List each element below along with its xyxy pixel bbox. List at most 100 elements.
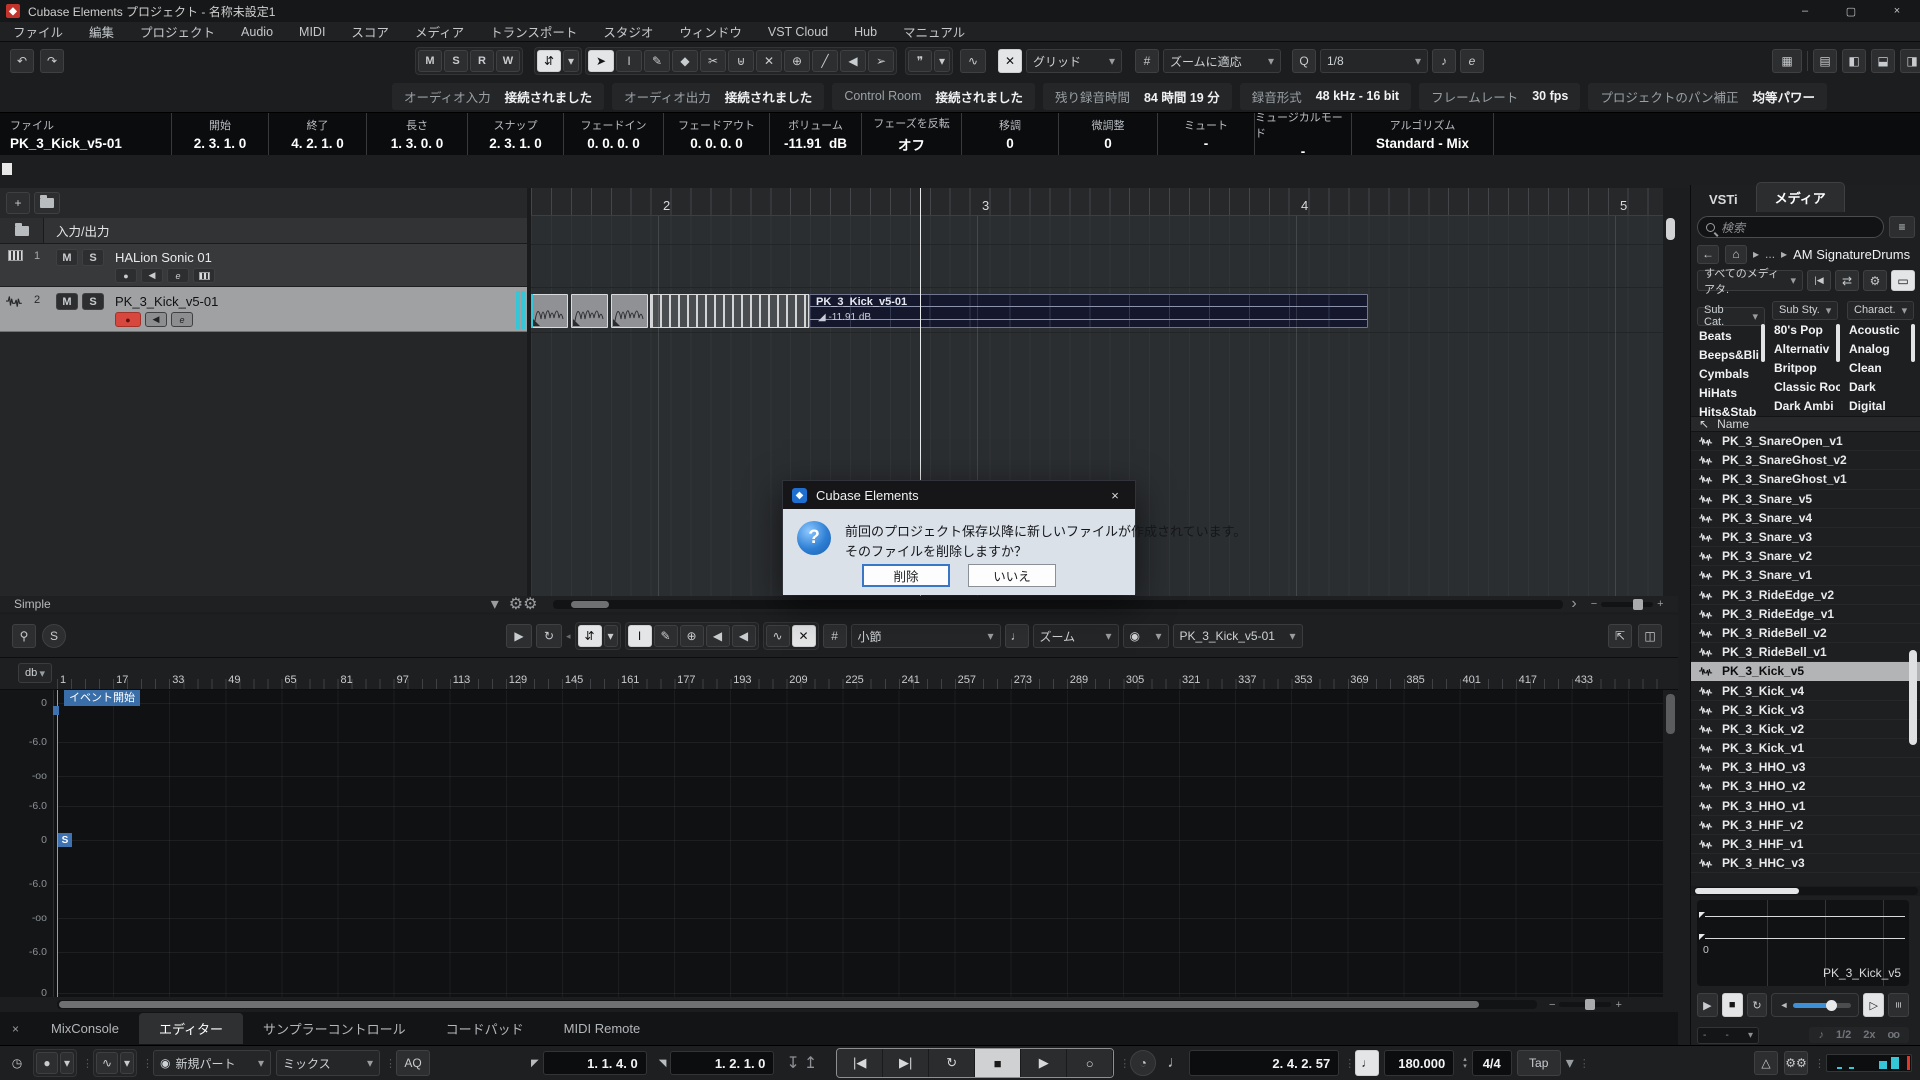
punch-out-icon[interactable] — [804, 1053, 817, 1073]
audition-loop-icon[interactable] — [536, 624, 562, 648]
info-field[interactable]: ボリューム-11.91dB — [770, 113, 862, 155]
menu-スコア[interactable]: スコア — [338, 22, 402, 41]
auto-monitor-icon[interactable] — [537, 50, 561, 72]
auto-play-button[interactable] — [1863, 993, 1884, 1017]
info-field[interactable]: 長さ1. 3. 0. 0 — [367, 113, 468, 155]
filter-item[interactable]: Alternativ — [1772, 339, 1840, 358]
editor-setup-icon[interactable] — [1638, 624, 1662, 648]
file-row[interactable]: PK_3_Kick_v2 — [1691, 720, 1920, 739]
sliced-audio-events[interactable] — [650, 294, 809, 328]
track2-solo-button[interactable]: S — [82, 293, 104, 310]
autoscroll-dropdown[interactable] — [604, 625, 618, 647]
record-mode-icon[interactable] — [36, 1052, 58, 1074]
status-segment[interactable]: 残り録音時間84 時間 19 分 — [1043, 83, 1232, 110]
write-automation-button[interactable]: W — [496, 50, 520, 72]
preview-volume[interactable] — [1771, 993, 1859, 1017]
menu-編集[interactable]: 編集 — [76, 22, 127, 41]
media-type-dropdown[interactable]: すべてのメディアタ. — [1697, 270, 1803, 291]
scroll-groove[interactable] — [57, 1000, 1537, 1009]
info-field[interactable]: ファイルPK_3_Kick_v5-01 — [0, 113, 172, 155]
snap-type-dropdown[interactable]: グリッド — [1026, 49, 1122, 73]
filter-item[interactable]: Beats — [1697, 326, 1765, 345]
track2-name[interactable]: PK_3_Kick_v5-01 — [115, 294, 218, 309]
close-lower-zone-icon[interactable] — [0, 1022, 31, 1036]
info-field[interactable]: 開始2. 3. 1. 0 — [172, 113, 269, 155]
use-track-preset-button[interactable] — [34, 192, 60, 214]
track1-solo-button[interactable]: S — [82, 249, 104, 266]
tab-media[interactable]: メディア — [1756, 182, 1845, 212]
editor-horizontal-scrollbar[interactable] — [0, 997, 1663, 1012]
quantize-panel-icon[interactable] — [1460, 49, 1484, 73]
pin-icon[interactable] — [12, 624, 36, 648]
file-row[interactable]: PK_3_Kick_v3 — [1691, 701, 1920, 720]
tap-tempo-button[interactable]: Tap — [1517, 1050, 1561, 1076]
file-row[interactable]: PK_3_Snare_v4 — [1691, 509, 1920, 528]
menu-VST Cloud[interactable]: VST Cloud — [755, 25, 841, 39]
status-segment[interactable]: Control Room接続されました — [832, 83, 1035, 110]
volume-slider[interactable] — [1793, 1003, 1851, 1008]
filter-item[interactable]: HiHats — [1697, 383, 1765, 402]
track2-monitor-icon[interactable] — [145, 312, 167, 327]
range-selection-tool[interactable] — [616, 50, 642, 72]
mute-tool[interactable] — [756, 50, 782, 72]
left-zone-toggle-icon[interactable] — [1813, 49, 1837, 73]
track1-record-enable-icon[interactable] — [115, 268, 137, 283]
zoom-tool[interactable] — [680, 625, 704, 647]
filter-header-dropdown[interactable]: Charact. — [1847, 301, 1914, 320]
menu-Audio[interactable]: Audio — [228, 25, 286, 39]
no-button[interactable]: いいえ — [968, 564, 1056, 587]
tab-コードパッド[interactable]: コードパッド — [426, 1013, 544, 1044]
editor-waveform-area[interactable]: 0-6.0-oo-6.00-6.0-oo-6.00 イベント開始 S — [0, 690, 1663, 997]
file-row[interactable]: PK_3_HHF_v1 — [1691, 835, 1920, 854]
results-header[interactable]: Name — [1691, 416, 1920, 432]
auto-monitor-dropdown[interactable] — [563, 50, 579, 72]
track1-mute-button[interactable]: M — [56, 249, 78, 266]
info-field[interactable]: フェーズを反転オフ — [862, 113, 962, 155]
status-segment[interactable]: プロジェクトのパン補正均等パワー — [1588, 83, 1827, 110]
file-row[interactable]: PK_3_RideEdge_v1 — [1691, 605, 1920, 624]
editor-ruler[interactable]: db 1173349658197113129145161177193209225… — [0, 658, 1678, 690]
mute-all-button[interactable]: M — [418, 50, 442, 72]
menu-ウィンドウ[interactable]: ウィンドウ — [666, 22, 755, 41]
file-row[interactable]: PK_3_Snare_v2 — [1691, 547, 1920, 566]
scrollbar-thumb[interactable] — [1666, 694, 1675, 734]
close-button[interactable] — [1874, 0, 1920, 22]
maximize-button[interactable] — [1828, 0, 1874, 22]
filter-list-icon[interactable] — [1889, 216, 1915, 238]
filter-item[interactable]: Classic Roc — [1772, 377, 1840, 396]
time-signature-field[interactable]: 4/4 — [1472, 1050, 1512, 1076]
half-speed-button[interactable]: 1/2 — [1836, 1029, 1851, 1041]
tempo-track-icon[interactable]: ♩ — [1355, 1050, 1379, 1076]
track-instrument[interactable]: 1 M S HALion Sonic 01 — [0, 244, 527, 287]
menu-メディア[interactable]: メディア — [402, 22, 477, 41]
tempo-dropdown-icon[interactable] — [1566, 1053, 1574, 1073]
dialog-title-bar[interactable]: ◆ Cubase Elements — [783, 481, 1135, 509]
edited-part-dropdown[interactable]: PK_3_Kick_v5-01 — [1173, 624, 1303, 648]
left-locator-field[interactable]: 1. 1. 4. 0 — [543, 1051, 647, 1075]
time-format-icon[interactable] — [1167, 1054, 1183, 1072]
project-vertical-scrollbar[interactable] — [1663, 188, 1678, 612]
draw-tool[interactable] — [654, 625, 678, 647]
preroll-icon[interactable]: ◔ — [1130, 1050, 1156, 1076]
solo-all-button[interactable]: S — [444, 50, 468, 72]
file-row[interactable]: PK_3_RideEdge_v2 — [1691, 586, 1920, 605]
filter-item[interactable]: Analog — [1847, 339, 1915, 358]
project-ruler[interactable]: 2345 — [531, 188, 1663, 216]
filter-item[interactable]: Dark — [1847, 377, 1915, 396]
tab-vsti[interactable]: VSTi — [1691, 187, 1756, 212]
menu-Hub[interactable]: Hub — [841, 25, 890, 39]
file-row[interactable]: PK_3_HHF_v2 — [1691, 816, 1920, 835]
zoom-in-icon[interactable] — [1615, 999, 1621, 1011]
display-mode-dropdown[interactable]: ◉ — [1123, 624, 1169, 648]
quantize-icon[interactable] — [1292, 49, 1316, 73]
io-folder-track[interactable]: 入力/出力 — [0, 218, 527, 244]
double-speed-button[interactable]: 2x — [1863, 1029, 1875, 1041]
tab-MIDI Remote[interactable]: MIDI Remote — [544, 1015, 661, 1042]
align-beats-button[interactable] — [1888, 993, 1909, 1017]
preview-stop-button[interactable] — [1722, 993, 1743, 1017]
record-button[interactable] — [1067, 1049, 1113, 1077]
cycle-button[interactable] — [929, 1049, 975, 1077]
filter-header-dropdown[interactable]: Sub Sty. — [1772, 301, 1838, 320]
fade-handle[interactable] — [1699, 912, 1705, 918]
comment-icon[interactable] — [908, 50, 932, 72]
